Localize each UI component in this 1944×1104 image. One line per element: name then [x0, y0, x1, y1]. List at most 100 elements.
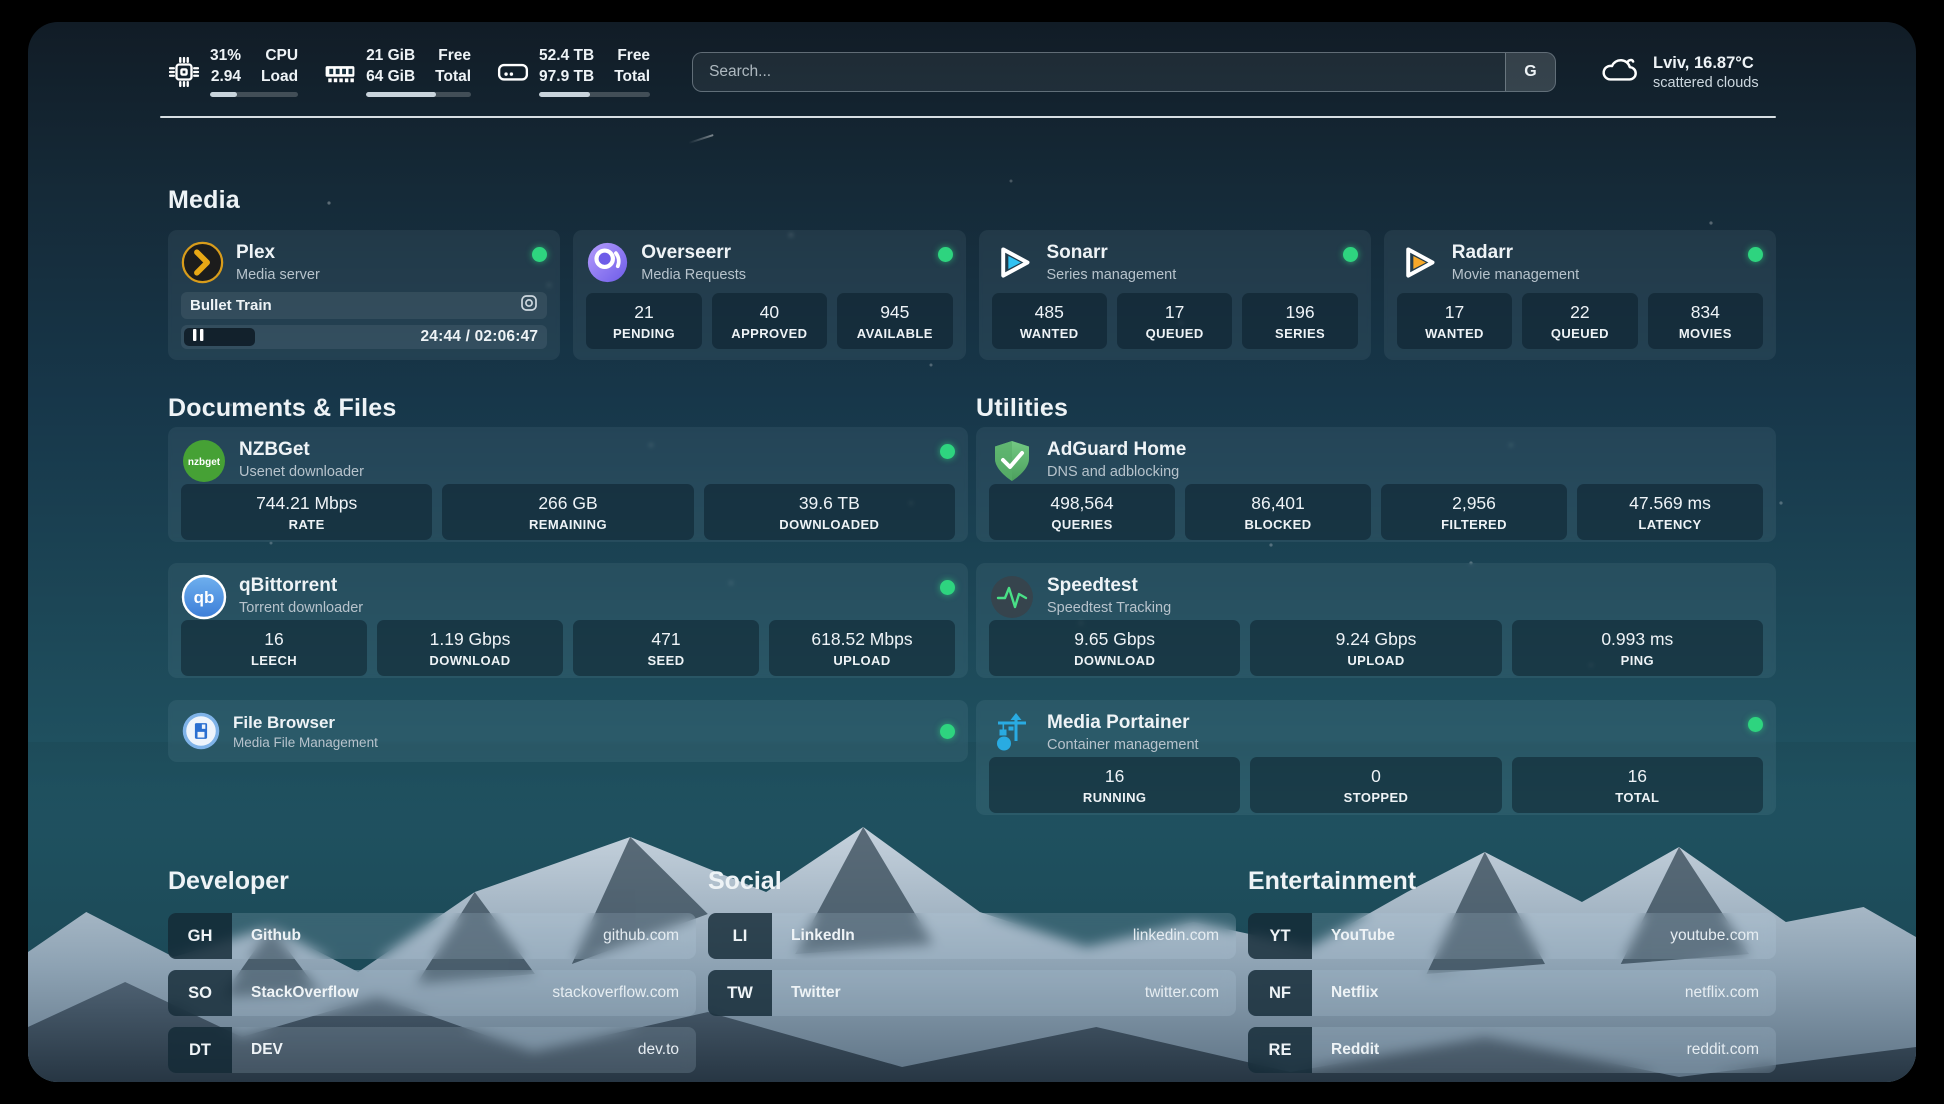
app-desc: Media File Management: [233, 735, 378, 750]
stat-box: 40APPROVED: [712, 293, 827, 349]
search-input[interactable]: [693, 53, 1505, 91]
app-name: Media Portainer: [1047, 713, 1199, 734]
section-title-documents: Documents & Files: [168, 394, 396, 423]
cpu-values: 31%2.94: [210, 47, 241, 84]
app-card-portainer[interactable]: Media Portainer Container management 16R…: [976, 700, 1776, 815]
bookmark-url: stackoverflow.com: [552, 970, 696, 1016]
now-playing-progress-bar[interactable]: 24:44 / 02:06:47: [181, 325, 547, 349]
status-dot: [940, 580, 955, 595]
section-title-media: Media: [168, 186, 240, 215]
app-name: Plex: [236, 243, 320, 264]
app-card-overseerr[interactable]: Overseerr Media Requests 21PENDING 40APP…: [573, 230, 965, 360]
app-card-adguard[interactable]: AdGuard Home DNS and adblocking 498,564Q…: [976, 427, 1776, 542]
stat-box: 945AVAILABLE: [837, 293, 952, 349]
bookmark-stackoverflow[interactable]: SO StackOverflow stackoverflow.com: [168, 970, 696, 1016]
app-card-filebrowser[interactable]: File Browser Media File Management: [168, 700, 968, 762]
app-card-speedtest[interactable]: Speedtest Speedtest Tracking 9.65 GbpsDO…: [976, 563, 1776, 678]
status-dot: [1748, 247, 1763, 262]
now-playing-title-row: Bullet Train: [181, 292, 547, 319]
pause-icon: [193, 328, 204, 346]
stat-box: 0.993 msPING: [1512, 620, 1763, 676]
app-name: Radarr: [1452, 243, 1579, 264]
memory-labels: FreeTotal: [435, 47, 471, 84]
bookmark-url: twitter.com: [1145, 970, 1236, 1016]
stat-box: 0STOPPED: [1250, 757, 1501, 813]
bookmark-youtube[interactable]: YT YouTube youtube.com: [1248, 913, 1776, 959]
bookmarks-section: Developer GH Github github.com SO StackO…: [168, 867, 1776, 1073]
cpu-labels: CPULoad: [261, 47, 298, 84]
bookmark-name: LinkedIn: [772, 913, 1133, 959]
stat-box: 22QUEUED: [1522, 293, 1637, 349]
status-dot: [532, 247, 547, 262]
bookmark-netflix[interactable]: NF Netflix netflix.com: [1248, 970, 1776, 1016]
app-desc: Usenet downloader: [239, 464, 364, 480]
bookmark-group-developer: Developer GH Github github.com SO StackO…: [168, 867, 696, 1073]
disk-stat-widget: 52.4 TB97.9 TB FreeTotal: [497, 47, 650, 96]
bookmark-linkedin[interactable]: LI LinkedIn linkedin.com: [708, 913, 1236, 959]
bookmark-url: dev.to: [638, 1027, 696, 1073]
bookmark-github[interactable]: GH Github github.com: [168, 913, 696, 959]
app-card-radarr[interactable]: Radarr Movie management 17WANTED 22QUEUE…: [1384, 230, 1776, 360]
stat-box: 196SERIES: [1242, 293, 1357, 349]
header: 31%2.94 CPULoad: [168, 40, 1776, 104]
weather-condition: scattered clouds: [1653, 75, 1759, 91]
bookmark-abbr: RE: [1248, 1027, 1312, 1073]
app-card-plex[interactable]: Plex Media server Bullet Train 24:44 / 0…: [168, 230, 560, 360]
app-desc: Torrent downloader: [239, 600, 363, 616]
bookmark-twitter[interactable]: TW Twitter twitter.com: [708, 970, 1236, 1016]
nzbget-icon: nzbget: [181, 438, 227, 484]
stat-box: 16RUNNING: [989, 757, 1240, 813]
progress-elapsed: [184, 328, 255, 346]
stat-box: 21PENDING: [586, 293, 701, 349]
svg-text:nzbget: nzbget: [188, 457, 221, 468]
bookmark-url: netflix.com: [1685, 970, 1776, 1016]
app-card-nzbget[interactable]: nzbget NZBGet Usenet downloader 744.21 M…: [168, 427, 968, 542]
bookmark-reddit[interactable]: RE Reddit reddit.com: [1248, 1027, 1776, 1073]
app-name: Overseerr: [641, 243, 746, 264]
stat-box: 9.24 GbpsUPLOAD: [1250, 620, 1501, 676]
stat-box: 834MOVIES: [1648, 293, 1763, 349]
bookmark-name: Reddit: [1312, 1027, 1687, 1073]
adguard-icon: [989, 438, 1035, 484]
cpu-icon: [168, 57, 200, 87]
status-dot: [940, 444, 955, 459]
bookmark-dev[interactable]: DT DEV dev.to: [168, 1027, 696, 1073]
stat-box: 1.19 GbpsDOWNLOAD: [377, 620, 563, 676]
stat-box: 266 GBREMAINING: [442, 484, 693, 540]
app-desc: Media server: [236, 267, 320, 283]
bookmark-group-social: Social LI LinkedIn linkedin.com TW Twitt…: [708, 867, 1236, 1073]
app-name: qBittorrent: [239, 576, 363, 597]
disk-progress-bar: [539, 92, 650, 97]
app-card-sonarr[interactable]: Sonarr Series management 485WANTED 17QUE…: [979, 230, 1371, 360]
search-engine-button[interactable]: G: [1505, 53, 1555, 91]
app-name: Sonarr: [1047, 243, 1177, 264]
bookmark-name: StackOverflow: [232, 970, 552, 1016]
bookmark-name: DEV: [232, 1027, 638, 1073]
memory-stat-widget: 21 GiB64 GiB FreeTotal: [324, 47, 471, 96]
cloud-icon: [1598, 54, 1640, 91]
stat-box: 17QUEUED: [1117, 293, 1232, 349]
bookmark-group-entertainment: Entertainment YT YouTube youtube.com NF …: [1248, 867, 1776, 1073]
speedtest-icon: [989, 574, 1035, 620]
weather-summary: Lviv, 16.87°C: [1653, 54, 1759, 73]
header-divider: [160, 116, 1776, 118]
stat-box: 17WANTED: [1397, 293, 1512, 349]
disk-icon: [497, 57, 529, 87]
bookmark-name: Github: [232, 913, 603, 959]
bookmark-url: reddit.com: [1687, 1027, 1776, 1073]
app-desc: Media Requests: [641, 267, 746, 283]
dashboard: 31%2.94 CPULoad: [28, 22, 1916, 1082]
app-name: NZBGet: [239, 440, 364, 461]
stat-box: 86,401BLOCKED: [1185, 484, 1371, 540]
app-card-qbittorrent[interactable]: qb qBittorrent Torrent downloader 16LEEC…: [168, 563, 968, 678]
memory-progress-bar: [366, 92, 471, 97]
bookmark-group-title: Entertainment: [1248, 867, 1776, 896]
bookmark-url: linkedin.com: [1133, 913, 1236, 959]
ram-icon: [324, 57, 356, 87]
search-bar[interactable]: G: [692, 52, 1556, 92]
app-name: AdGuard Home: [1047, 440, 1186, 461]
media-section: Plex Media server Bullet Train 24:44 / 0…: [168, 230, 1776, 360]
bookmark-url: youtube.com: [1670, 913, 1776, 959]
now-playing-title: Bullet Train: [190, 297, 520, 314]
stat-box: 744.21 MbpsRATE: [181, 484, 432, 540]
